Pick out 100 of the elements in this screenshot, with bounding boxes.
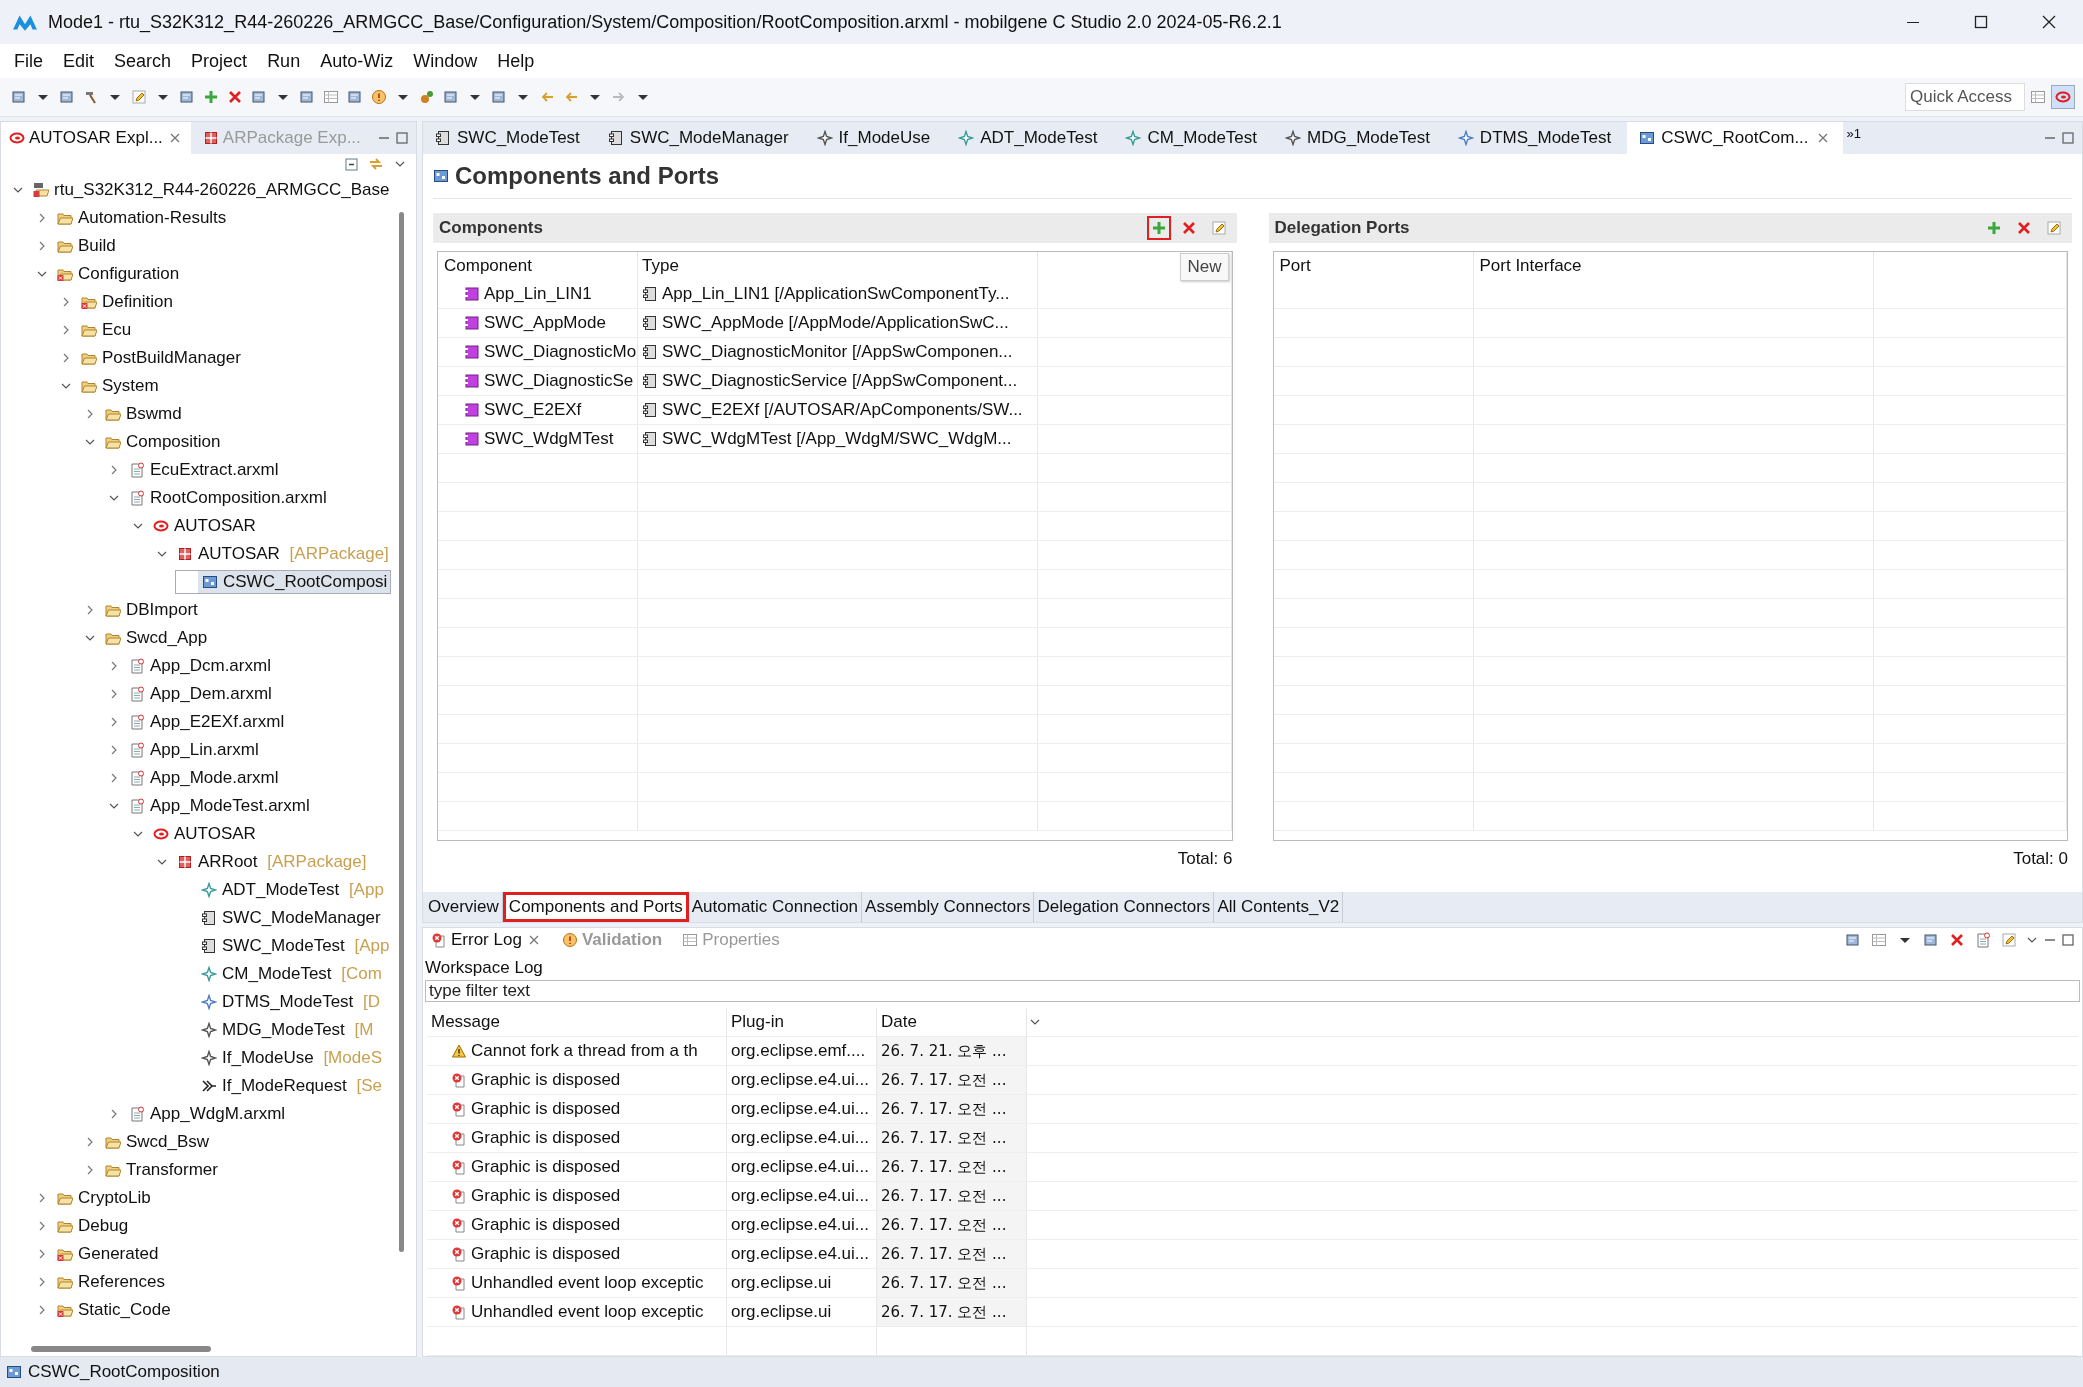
page-tab[interactable]: All Contents_V2 xyxy=(1214,892,1344,922)
editor-tab[interactable]: DTMS_ModeTest xyxy=(1445,122,1624,154)
column-header[interactable]: Date xyxy=(877,1008,1027,1036)
component-icon xyxy=(464,402,480,418)
tree-item[interactable]: Static_Code xyxy=(31,1299,174,1321)
column-header[interactable]: Plug-in xyxy=(727,1008,877,1036)
tree-item[interactable]: CSWC_RootComposi xyxy=(175,570,392,594)
tree-item[interactable]: App_Dem.arxml xyxy=(103,683,275,705)
editor-tab[interactable]: MDG_ModeTest xyxy=(1273,122,1442,154)
tool-icon xyxy=(1845,932,1861,948)
menu-item[interactable]: Edit xyxy=(53,50,105,72)
column-header[interactable]: Component xyxy=(438,252,638,280)
error-icon xyxy=(451,1275,467,1291)
column-header[interactable]: Port xyxy=(1273,252,1474,280)
star-icon xyxy=(1285,130,1302,146)
menu-item[interactable]: Window xyxy=(403,50,488,72)
tree-item[interactable]: Definition xyxy=(55,291,176,313)
editor-tab[interactable]: CSWC_RootCom... xyxy=(1627,122,1843,154)
tree-item[interactable]: App_ModeTest.arxml xyxy=(103,795,313,817)
tree-item[interactable]: Generated xyxy=(31,1243,162,1265)
tree-item[interactable]: If_ModeUse [ModeS xyxy=(175,1047,385,1069)
tree-item[interactable]: MDG_ModeTest [M xyxy=(175,1019,377,1041)
folder-error-icon xyxy=(81,294,97,310)
tree-item[interactable]: DTMS_ModeTest [D xyxy=(175,991,384,1013)
tree-item[interactable]: Automation-Results xyxy=(31,207,230,229)
menu-item[interactable]: Help xyxy=(487,50,545,72)
table-cell: 26. 7. 17. 오전 ... xyxy=(877,1095,1027,1123)
view-tab[interactable]: AUTOSAR Expl... xyxy=(1,122,191,154)
more-tabs-button[interactable]: »1 xyxy=(1846,122,1862,141)
quick-access-field[interactable]: Quick Access xyxy=(1905,83,2025,111)
status-text: CSWC_RootComposition xyxy=(28,1362,220,1382)
error-icon xyxy=(451,1159,467,1175)
filter-field[interactable]: type filter text xyxy=(425,980,2080,1002)
tree-item[interactable]: If_ModeRequest [Se xyxy=(175,1075,385,1097)
tree-item[interactable]: rtu_S32K312_R44-260226_ARMGCC_Base xyxy=(7,179,393,201)
tree-item[interactable]: PostBuildManager xyxy=(55,347,244,369)
tree-item[interactable]: RootComposition.arxml xyxy=(103,487,330,509)
tree-item[interactable]: Bswmd xyxy=(79,403,185,425)
tree-item[interactable]: Debug xyxy=(31,1215,132,1237)
editor-tab[interactable]: SWC_ModeManager xyxy=(595,122,801,154)
ring-icon xyxy=(153,826,169,842)
tree-item[interactable]: EcuExtract.arxml xyxy=(103,459,282,481)
editor-tab[interactable]: ADT_ModeTest xyxy=(946,122,1110,154)
tree-item[interactable]: SWC_ModeManager xyxy=(175,907,384,929)
tree-item[interactable]: DBImport xyxy=(79,599,201,621)
tree-item[interactable]: App_Lin.arxml xyxy=(103,739,262,761)
tree-item[interactable]: Configuration xyxy=(31,263,183,285)
menu-item[interactable]: Search xyxy=(104,50,182,72)
tool-icon xyxy=(11,89,27,105)
table-icon xyxy=(2030,89,2046,105)
tree-item[interactable]: AUTOSAR [ARPackage] xyxy=(151,543,392,565)
component-icon xyxy=(464,344,480,360)
folder-icon xyxy=(57,1190,73,1206)
tree-item[interactable]: SWC_ModeTest [App xyxy=(175,935,393,957)
table-cell: Graphic is disposed xyxy=(427,1153,727,1181)
tree-item[interactable]: Build xyxy=(31,235,119,257)
column-header[interactable]: Type xyxy=(638,252,1038,280)
page-tab[interactable]: Overview xyxy=(425,892,503,922)
component-icon xyxy=(642,431,658,447)
menu-item[interactable]: File xyxy=(4,50,53,72)
tree-item[interactable]: App_Dcm.arxml xyxy=(103,655,274,677)
column-header[interactable]: Message xyxy=(427,1008,727,1036)
tree-item[interactable]: AUTOSAR xyxy=(127,823,259,845)
tree-item[interactable]: App_E2EXf.arxml xyxy=(103,711,288,733)
page-tab[interactable]: Automatic Connection xyxy=(688,892,863,922)
tree-item[interactable]: Swcd_App xyxy=(79,627,211,649)
tree-item[interactable]: CM_ModeTest [Com xyxy=(175,963,385,985)
tree-item[interactable]: Ecu xyxy=(55,319,135,341)
ring-icon xyxy=(153,518,169,534)
menu-item[interactable]: Run xyxy=(257,50,311,72)
page-tab[interactable]: Components and Ports xyxy=(502,892,689,922)
tree-item[interactable]: References xyxy=(31,1271,168,1293)
tree-item[interactable]: ADT_ModeTest [App xyxy=(175,879,387,901)
tree-item[interactable]: Transformer xyxy=(79,1159,221,1181)
star-icon xyxy=(201,966,217,982)
star-icon xyxy=(816,130,833,146)
tree-item[interactable]: App_Mode.arxml xyxy=(103,767,282,789)
scrollbar[interactable] xyxy=(399,212,404,1252)
column-header[interactable]: Port Interface xyxy=(1473,252,1874,280)
tree-item[interactable]: Swcd_Bsw xyxy=(79,1131,213,1153)
scrollbar[interactable] xyxy=(31,1346,211,1352)
editor-tab[interactable]: CM_ModeTest xyxy=(1113,122,1270,154)
editor-tab[interactable]: If_ModeUse xyxy=(804,122,943,154)
tree-item[interactable]: AUTOSAR xyxy=(127,515,259,537)
page-tab[interactable]: Assembly Connectors xyxy=(862,892,1035,922)
editor-tab[interactable]: SWC_ModeTest xyxy=(423,122,592,154)
menu-item[interactable]: Project xyxy=(181,50,258,72)
table-cell: Cannot fork a thread from a th xyxy=(427,1037,727,1065)
table-cell: 26. 7. 17. 오전 ... xyxy=(877,1066,1027,1094)
table-cell: SWC_DiagnosticMonitor [/AppSwComponen... xyxy=(638,338,1038,366)
table-cell: SWC_AppMode xyxy=(438,309,638,337)
tree-item[interactable]: Composition xyxy=(79,431,224,453)
tree-item[interactable]: ARRoot [ARPackage] xyxy=(151,851,370,873)
tree-item[interactable]: System xyxy=(55,375,162,397)
star-icon xyxy=(201,994,217,1010)
page-tab[interactable]: Delegation Connectors xyxy=(1034,892,1215,922)
add-button[interactable] xyxy=(1146,216,1171,240)
menu-item[interactable]: Auto-Wiz xyxy=(310,50,404,72)
tree-item[interactable]: App_WdgM.arxml xyxy=(103,1103,289,1125)
tree-item[interactable]: CryptoLib xyxy=(31,1187,154,1209)
